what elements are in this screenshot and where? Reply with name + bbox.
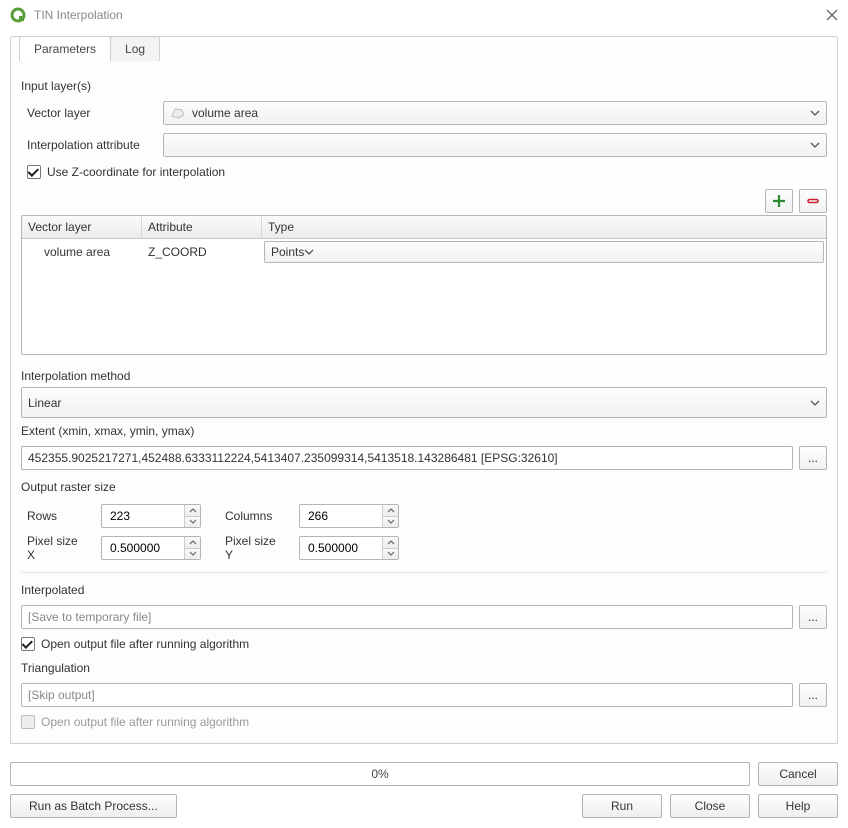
close-button[interactable]: Close <box>670 794 750 818</box>
spin-down[interactable] <box>185 517 200 528</box>
cancel-label: Cancel <box>779 767 816 781</box>
polygon-icon <box>170 107 186 119</box>
open-after-1-label: Open output file after running algorithm <box>41 637 249 651</box>
label-columns: Columns <box>225 509 285 523</box>
main-panel: Parameters Log Input layer(s) Vector lay… <box>10 36 838 744</box>
caret-down-icon <box>810 142 820 148</box>
triangulation-browse-button[interactable]: ... <box>799 683 827 707</box>
label-pxy: Pixel size Y <box>225 534 285 562</box>
td-vector: volume area <box>22 241 142 263</box>
titlebar: TIN Interpolation <box>0 0 848 30</box>
label-rows: Rows <box>27 509 87 523</box>
spin-up[interactable] <box>185 505 200 517</box>
use-z-label: Use Z-coordinate for interpolation <box>47 165 225 179</box>
extent-input[interactable] <box>21 446 793 470</box>
section-interpolated: Interpolated <box>21 583 827 597</box>
tab-parameters-label: Parameters <box>34 42 96 56</box>
interpolated-input[interactable] <box>21 605 793 629</box>
minus-icon <box>806 194 820 208</box>
th-type: Type <box>262 216 826 238</box>
tab-bar: Parameters Log <box>19 36 159 61</box>
caret-down-icon <box>304 249 314 255</box>
tab-log-label: Log <box>125 42 145 56</box>
dots-label: ... <box>808 451 818 465</box>
section-interp-method: Interpolation method <box>21 369 827 383</box>
label-pxx: Pixel size X <box>27 534 87 562</box>
close-label: Close <box>695 799 726 813</box>
section-input-layers: Input layer(s) <box>21 79 827 93</box>
layers-table: Vector layer Attribute Type volume area … <box>21 215 827 355</box>
pxy-value[interactable] <box>306 540 376 556</box>
open-after-2-label: Open output file after running algorithm <box>41 715 249 729</box>
vector-layer-selected: volume area <box>192 106 258 120</box>
progress-bar: 0% <box>10 762 750 786</box>
extent-value[interactable] <box>28 451 786 465</box>
table-header: Vector layer Attribute Type <box>22 216 826 239</box>
plus-icon <box>772 194 786 208</box>
table-row[interactable]: volume area Z_COORD Points <box>22 239 826 265</box>
remove-layer-button[interactable] <box>799 189 827 213</box>
progress-value: 0% <box>371 767 388 781</box>
td-attribute: Z_COORD <box>142 241 262 263</box>
spin-up[interactable] <box>185 537 200 549</box>
label-vector-layer: Vector layer <box>27 106 163 120</box>
columns-spin[interactable] <box>299 504 399 528</box>
interpolated-browse-button[interactable]: ... <box>799 605 827 629</box>
qgis-logo-icon <box>10 7 26 23</box>
footer: 0% Cancel Run as Batch Process... Run Cl… <box>0 754 848 828</box>
th-vector: Vector layer <box>22 216 142 238</box>
spin-down[interactable] <box>383 517 398 528</box>
row-type-value: Points <box>271 245 304 259</box>
triangulation-input[interactable] <box>21 683 793 707</box>
rows-value[interactable] <box>108 508 178 524</box>
open-after-2-checkbox <box>21 715 35 729</box>
pxy-spin[interactable] <box>299 536 399 560</box>
spin-up[interactable] <box>383 537 398 549</box>
interp-method-select[interactable]: Linear <box>21 387 827 418</box>
pxx-value[interactable] <box>108 540 178 556</box>
pxx-spin[interactable] <box>101 536 201 560</box>
spin-down[interactable] <box>185 549 200 560</box>
rows-spin[interactable] <box>101 504 201 528</box>
window-title: TIN Interpolation <box>34 8 826 22</box>
spin-up[interactable] <box>383 505 398 517</box>
batch-button[interactable]: Run as Batch Process... <box>10 794 177 818</box>
dots-label: ... <box>808 610 818 624</box>
cancel-button[interactable]: Cancel <box>758 762 838 786</box>
tab-log[interactable]: Log <box>110 36 160 61</box>
add-layer-button[interactable] <box>765 189 793 213</box>
spin-down[interactable] <box>383 549 398 560</box>
caret-down-icon <box>810 400 820 406</box>
tab-parameters[interactable]: Parameters <box>19 36 111 61</box>
columns-value[interactable] <box>306 508 376 524</box>
interpolated-value[interactable] <box>28 610 786 624</box>
help-label: Help <box>786 799 811 813</box>
batch-label: Run as Batch Process... <box>29 799 158 813</box>
run-button[interactable]: Run <box>582 794 662 818</box>
window: TIN Interpolation Parameters Log Input l… <box>0 0 848 828</box>
triangulation-value[interactable] <box>28 688 786 702</box>
interp-method-value: Linear <box>28 396 61 410</box>
use-z-checkbox[interactable] <box>27 165 41 179</box>
dots-label: ... <box>808 688 818 702</box>
interp-attr-select[interactable] <box>163 133 827 157</box>
help-button[interactable]: Help <box>758 794 838 818</box>
label-interp-attr: Interpolation attribute <box>27 138 163 152</box>
section-triangulation: Triangulation <box>21 661 827 675</box>
th-attribute: Attribute <box>142 216 262 238</box>
open-after-1-checkbox[interactable] <box>21 637 35 651</box>
vector-layer-select[interactable]: volume area <box>163 101 827 125</box>
section-output-size: Output raster size <box>21 480 827 494</box>
close-icon[interactable] <box>826 9 838 21</box>
extent-browse-button[interactable]: ... <box>799 446 827 470</box>
row-type-select[interactable]: Points <box>264 241 824 263</box>
run-label: Run <box>611 799 633 813</box>
caret-down-icon <box>810 110 820 116</box>
dialog-body: Parameters Log Input layer(s) Vector lay… <box>0 30 848 754</box>
section-extent: Extent (xmin, xmax, ymin, ymax) <box>21 424 827 438</box>
